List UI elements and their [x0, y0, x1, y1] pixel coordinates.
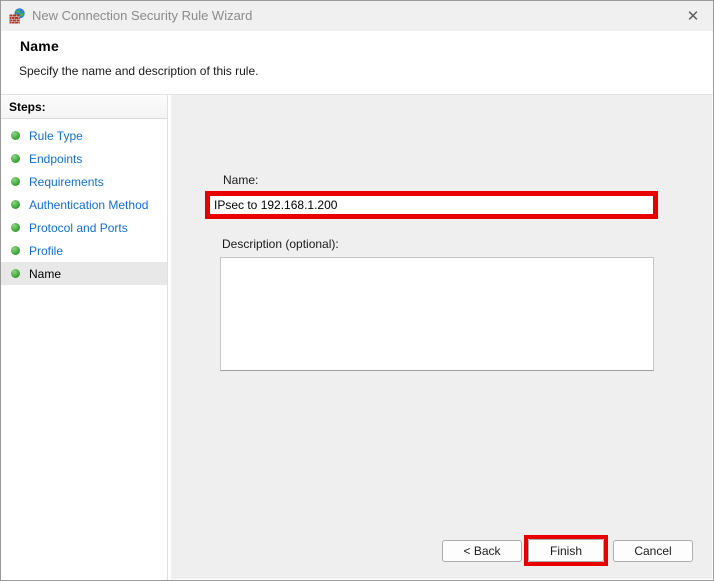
wizard-header: Name Specify the name and description of… [1, 31, 713, 95]
green-dot-icon [11, 200, 20, 209]
step-label: Profile [29, 243, 64, 258]
steps-sidebar: Steps: Rule Type Endpoints Requirements … [1, 95, 168, 580]
page-subtitle: Specify the name and description of this… [19, 64, 259, 78]
step-label: Name [29, 266, 62, 281]
green-dot-icon [11, 246, 20, 255]
green-dot-icon [11, 154, 20, 163]
page-title: Name [20, 38, 59, 54]
sidebar-item-requirements[interactable]: Requirements [1, 170, 167, 193]
sidebar-item-protocol-and-ports[interactable]: Protocol and Ports [1, 216, 167, 239]
step-label: Requirements [29, 174, 104, 189]
description-field-label: Description (optional): [222, 237, 339, 251]
green-dot-icon [11, 131, 20, 140]
green-dot-icon [11, 177, 20, 186]
sidebar-item-endpoints[interactable]: Endpoints [1, 147, 167, 170]
sidebar-item-rule-type[interactable]: Rule Type [1, 124, 167, 147]
step-label: Endpoints [29, 151, 83, 166]
close-icon[interactable]: ✕ [675, 1, 711, 31]
cancel-button[interactable]: Cancel [613, 540, 693, 562]
step-label: Protocol and Ports [29, 220, 128, 235]
annotation-finish-button: Finish [524, 535, 608, 566]
wizard-content: Name: Description (optional): < Back Fin… [171, 95, 712, 579]
wizard-window: New Connection Security Rule Wizard ✕ Na… [0, 0, 714, 581]
step-label: Authentication Method [29, 197, 149, 212]
steps-heading: Steps: [1, 95, 167, 119]
green-dot-icon [11, 223, 20, 232]
finish-button[interactable]: Finish [528, 539, 604, 562]
annotation-name-input [205, 191, 658, 219]
sidebar-item-profile[interactable]: Profile [1, 239, 167, 262]
firewall-icon [9, 8, 25, 24]
rule-name-input[interactable] [210, 196, 653, 214]
name-field-label: Name: [223, 173, 259, 187]
sidebar-item-authentication-method[interactable]: Authentication Method [1, 193, 167, 216]
back-button[interactable]: < Back [442, 540, 522, 562]
step-label: Rule Type [29, 128, 83, 143]
steps-list: Rule Type Endpoints Requirements Authent… [1, 124, 167, 285]
green-dot-icon [11, 269, 20, 278]
sidebar-item-name[interactable]: Name [1, 262, 167, 285]
title-bar: New Connection Security Rule Wizard ✕ [1, 1, 713, 31]
rule-description-textarea[interactable] [220, 257, 654, 371]
window-title: New Connection Security Rule Wizard [32, 8, 253, 23]
